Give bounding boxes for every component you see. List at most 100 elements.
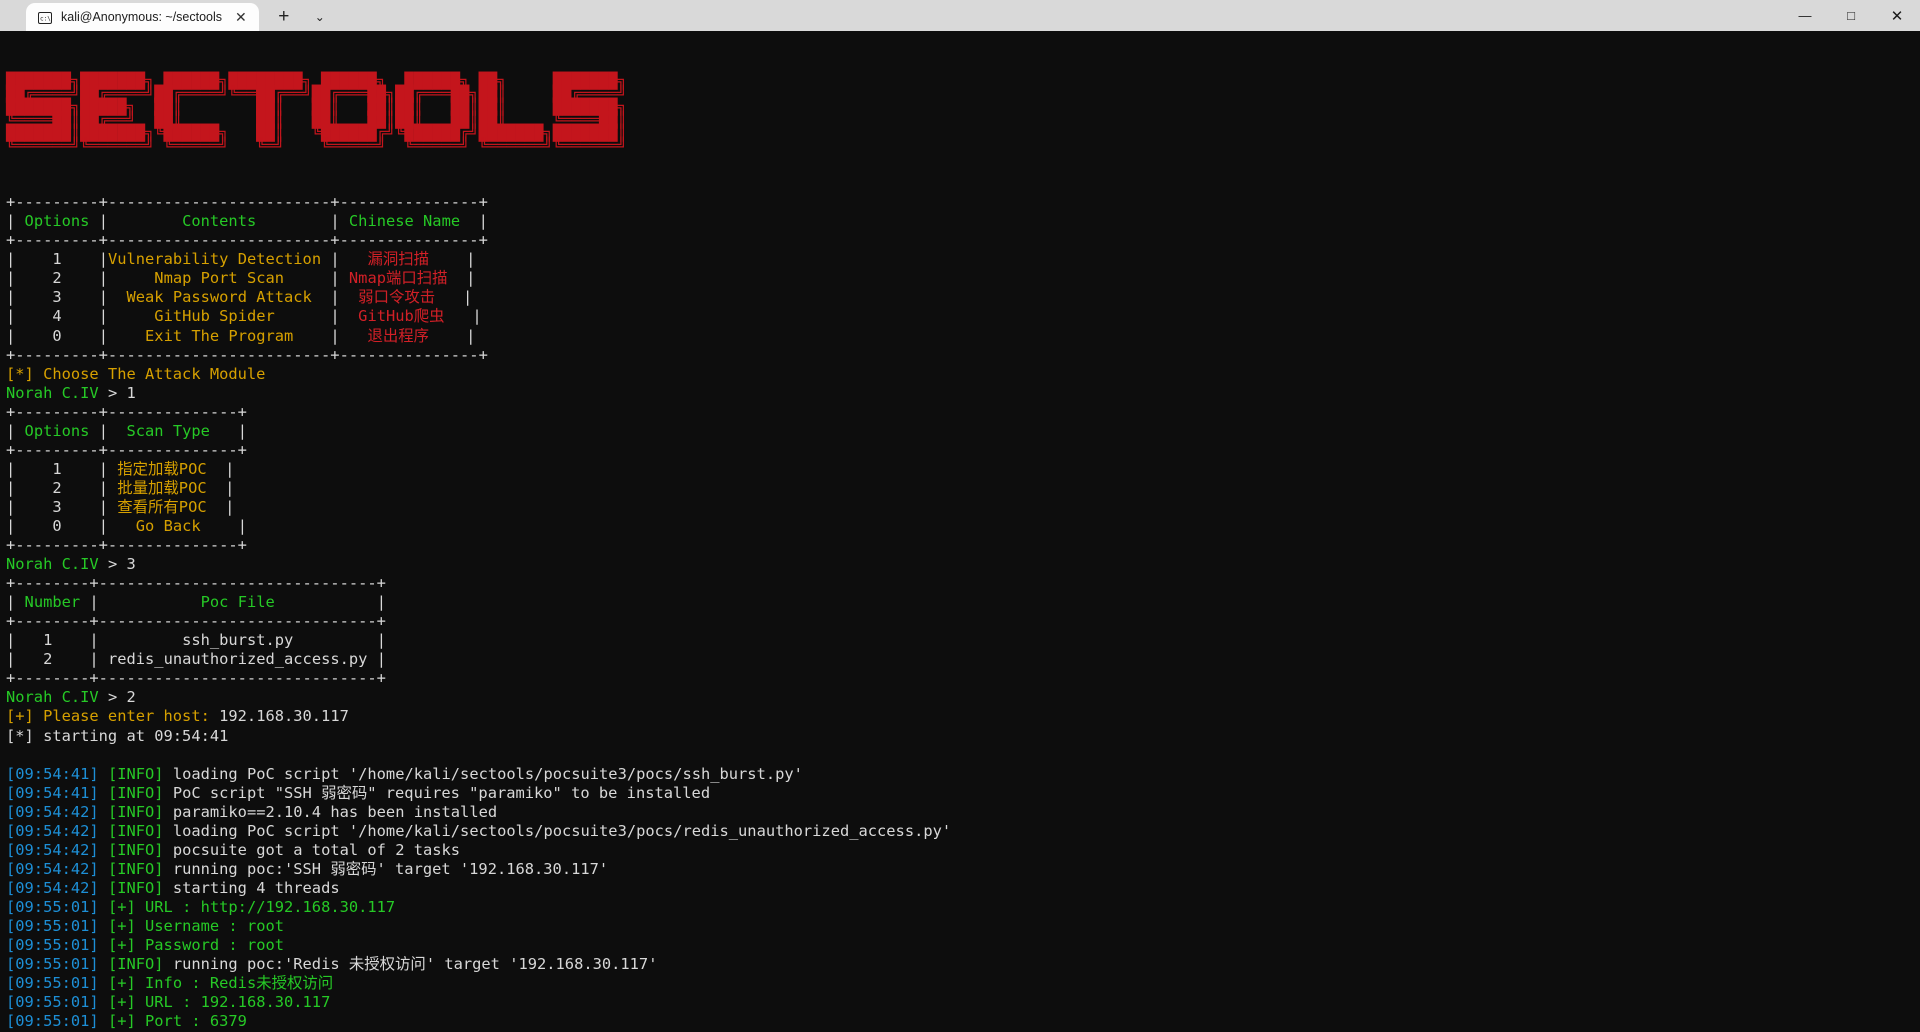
log-timestamp: [09:55:01]: [6, 974, 108, 993]
log-line: [09:54:41] [INFO] loading PoC script '/h…: [6, 765, 1920, 784]
log-level: [+]: [107, 993, 146, 1012]
scan-menu-row: | 0 | Go Back |: [6, 517, 1920, 536]
cell-sep: |: [6, 307, 16, 326]
table-rule: +---------+------------------------+----…: [6, 231, 488, 250]
choose-module-text: [*] Choose The Attack Module: [6, 364, 266, 383]
prompt-label: Norah C.IV: [6, 688, 108, 707]
cell-sep: |: [98, 250, 108, 269]
header-number: Number: [15, 593, 90, 612]
cell-sep: |: [98, 516, 108, 535]
cell-sep: |: [6, 478, 16, 497]
terminal-tab[interactable]: c:\ kali@Anonymous: ~/sectools ✕: [26, 3, 259, 31]
menu-option-2: 2: [15, 269, 99, 288]
scan-menu-row: | 1 | 指定加载POC |: [6, 460, 1920, 479]
scan-type-0: Go Back: [107, 516, 238, 535]
log-timestamp: [09:55:01]: [6, 916, 108, 935]
poc-table-row: | 1 | ssh_burst.py |: [6, 631, 1920, 650]
log-level: [INFO]: [107, 783, 173, 802]
tab-title: kali@Anonymous: ~/sectools: [61, 10, 223, 24]
terminal-session-body: +---------+------------------------+----…: [6, 193, 1920, 1031]
table-rule: +---------+--------------+: [6, 440, 247, 459]
scan-type-1: 指定加载POC: [107, 459, 226, 478]
main-menu-header-row: | Options | Contents | Chinese Name |: [6, 212, 1920, 231]
close-window-button[interactable]: ✕: [1874, 0, 1920, 31]
prompt-input-poc: > 2: [107, 688, 136, 707]
header-options: Options: [15, 421, 99, 440]
table-rule: +---------+--------------+: [6, 536, 247, 555]
cell-sep: |: [98, 212, 108, 231]
cell-sep: |: [237, 421, 247, 440]
cell-sep: |: [225, 497, 235, 516]
scan-menu-bottom-rule: +---------+--------------+: [6, 536, 1920, 555]
log-message: paramiko==2.10.4 has been installed: [172, 802, 498, 821]
cell-sep: |: [330, 307, 340, 326]
poc-number-2: 2: [15, 650, 90, 669]
log-message: Info : Redis未授权访问: [145, 974, 334, 993]
main-menu-row: | 2 | Nmap Port Scan | Nmap端口扫描 |: [6, 269, 1920, 288]
header-poc-file: Poc File: [98, 593, 377, 612]
cell-sep: |: [98, 478, 108, 497]
log-line: [09:54:42] [INFO] running poc:'SSH 弱密码' …: [6, 860, 1920, 879]
log-line: [09:55:01] [+] Password : root: [6, 936, 1920, 955]
sectools-ascii-logo: ███████╗███████╗ ██████╗████████╗ ██████…: [6, 72, 627, 156]
log-timestamp: [09:54:42]: [6, 840, 108, 859]
cell-sep: |: [89, 631, 99, 650]
log-level: [+]: [107, 1012, 146, 1031]
menu-content-0: Exit The Program: [107, 326, 331, 345]
main-menu-top-rule: +---------+------------------------+----…: [6, 193, 1920, 212]
header-scan-type: Scan Type: [107, 421, 238, 440]
enter-host-label: [+] Please enter host:: [6, 707, 220, 726]
cell-sep: |: [6, 516, 16, 535]
scan-menu-top-rule: +---------+--------------+: [6, 403, 1920, 422]
log-level: [+]: [107, 897, 146, 916]
choose-module-line: [*] Choose The Attack Module: [6, 365, 1920, 384]
log-message: Username : root: [145, 916, 285, 935]
poc-file-1: ssh_burst.py: [98, 631, 377, 650]
main-menu-header-rule: +---------+------------------------+----…: [6, 231, 1920, 250]
table-rule: +---------+------------------------+----…: [6, 193, 488, 212]
log-message: Port : 6379: [145, 1012, 247, 1031]
cell-sep: |: [98, 269, 108, 288]
menu-content-4: GitHub Spider: [107, 307, 331, 326]
minimize-button[interactable]: —: [1782, 0, 1828, 31]
log-message: URL : 192.168.30.117: [145, 993, 331, 1012]
log-line: [09:54:42] [INFO] paramiko==2.10.4 has b…: [6, 803, 1920, 822]
host-value: 192.168.30.117: [219, 707, 349, 726]
log-level: [INFO]: [107, 955, 173, 974]
tab-list-button[interactable]: ⌄: [305, 3, 335, 31]
cell-sep: |: [6, 326, 16, 345]
log-message: pocsuite got a total of 2 tasks: [172, 840, 461, 859]
starting-at-line: [*] starting at 09:54:41: [6, 727, 1920, 746]
scan-menu-row: | 3 | 查看所有POC |: [6, 498, 1920, 517]
header-chinese-name: Chinese Name: [339, 212, 479, 231]
log-line: [09:55:01] [INFO] running poc:'Redis 未授权…: [6, 955, 1920, 974]
cell-sep: |: [376, 631, 386, 650]
log-message: URL : http://192.168.30.117: [145, 897, 396, 916]
main-menu-row: | 0 | Exit The Program | 退出程序 |: [6, 327, 1920, 346]
close-tab-icon[interactable]: ✕: [231, 8, 251, 26]
terminal-output[interactable]: ███████╗███████╗ ██████╗████████╗ ██████…: [0, 31, 1920, 1032]
log-level: [INFO]: [107, 764, 173, 783]
poc-table-top-rule: +--------+------------------------------…: [6, 574, 1920, 593]
cell-sep: |: [6, 250, 16, 269]
log-message: Password : root: [145, 936, 285, 955]
cell-sep: |: [6, 593, 16, 612]
cell-sep: |: [478, 212, 488, 231]
cell-sep: |: [466, 269, 476, 288]
log-timestamp: [09:55:01]: [6, 993, 108, 1012]
maximize-button[interactable]: □: [1828, 0, 1874, 31]
poc-table-header-rule: +--------+------------------------------…: [6, 612, 1920, 631]
poc-number-1: 1: [15, 631, 90, 650]
cell-sep: |: [6, 631, 16, 650]
log-timestamp: [09:54:42]: [6, 859, 108, 878]
new-tab-button[interactable]: +: [269, 3, 299, 31]
cell-sep: |: [98, 288, 108, 307]
table-rule: +---------+--------------+: [6, 402, 247, 421]
log-level: [INFO]: [107, 821, 173, 840]
cell-sep: |: [376, 593, 386, 612]
log-line: [09:55:01] [+] URL : http://192.168.30.1…: [6, 898, 1920, 917]
cell-sep: |: [6, 212, 16, 231]
log-line: [09:55:01] [+] Username : root: [6, 917, 1920, 936]
log-level: [+]: [107, 916, 146, 935]
